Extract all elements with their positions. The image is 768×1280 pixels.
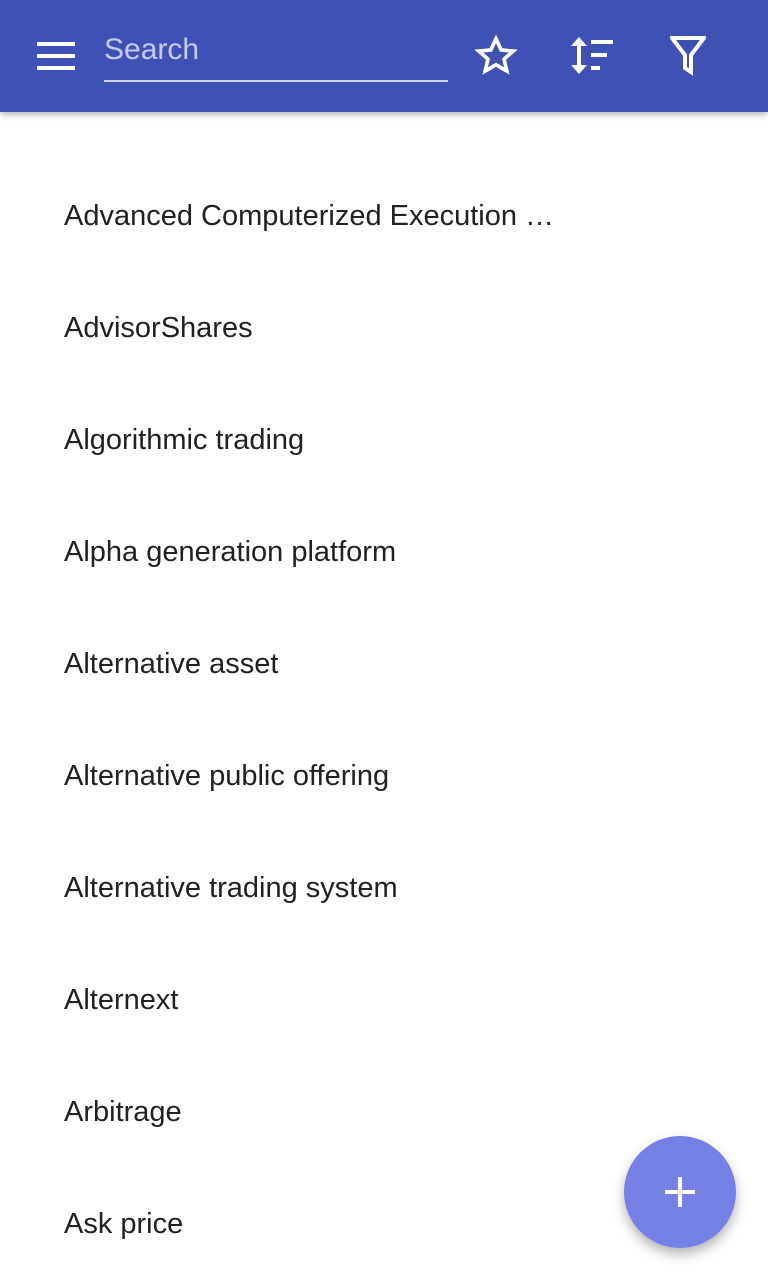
menu-icon	[37, 42, 75, 70]
list-item[interactable]: Alternative trading system	[0, 832, 768, 944]
list-item[interactable]: Alternative asset	[0, 608, 768, 720]
list-item[interactable]: AdvisorShares	[0, 272, 768, 384]
list-item-label: Arbitrage	[64, 1095, 182, 1128]
toolbar	[0, 0, 768, 112]
list-item-label: Alpha generation platform	[64, 535, 397, 568]
sort-icon	[571, 37, 613, 74]
list-item-label: AdvisorShares	[64, 311, 253, 344]
list-item[interactable]: Alternext	[0, 944, 768, 1056]
favorites-button[interactable]	[464, 24, 528, 88]
search-input[interactable]	[104, 22, 448, 78]
filter-button[interactable]	[656, 24, 720, 88]
list-item-label: Algorithmic trading	[64, 423, 305, 456]
plus-icon	[665, 1177, 695, 1207]
list-item[interactable]: Alpha generation platform	[0, 496, 768, 608]
list-item[interactable]: Alternative public offering	[0, 720, 768, 832]
star-outline-icon	[474, 34, 518, 75]
sort-button[interactable]	[560, 24, 624, 88]
menu-button[interactable]	[24, 24, 88, 88]
list-item-label: Alternative public offering	[64, 759, 390, 792]
list-item-label: Ask price	[64, 1207, 184, 1240]
app-screen: Advanced Computerized Execution … Adviso…	[0, 0, 768, 1280]
filter-icon	[670, 36, 706, 76]
list-item-label: Alternative trading system	[64, 871, 398, 904]
list-item-label: Advanced Computerized Execution …	[64, 199, 555, 232]
list-item[interactable]: Advanced Computerized Execution …	[0, 160, 768, 272]
terms-list: Advanced Computerized Execution … Adviso…	[0, 160, 768, 1280]
list-item-label: Alternative asset	[64, 647, 279, 680]
search-field	[104, 22, 448, 82]
add-button[interactable]	[624, 1136, 736, 1248]
list-item-label: Alternext	[64, 983, 179, 1016]
list-item[interactable]: Algorithmic trading	[0, 384, 768, 496]
